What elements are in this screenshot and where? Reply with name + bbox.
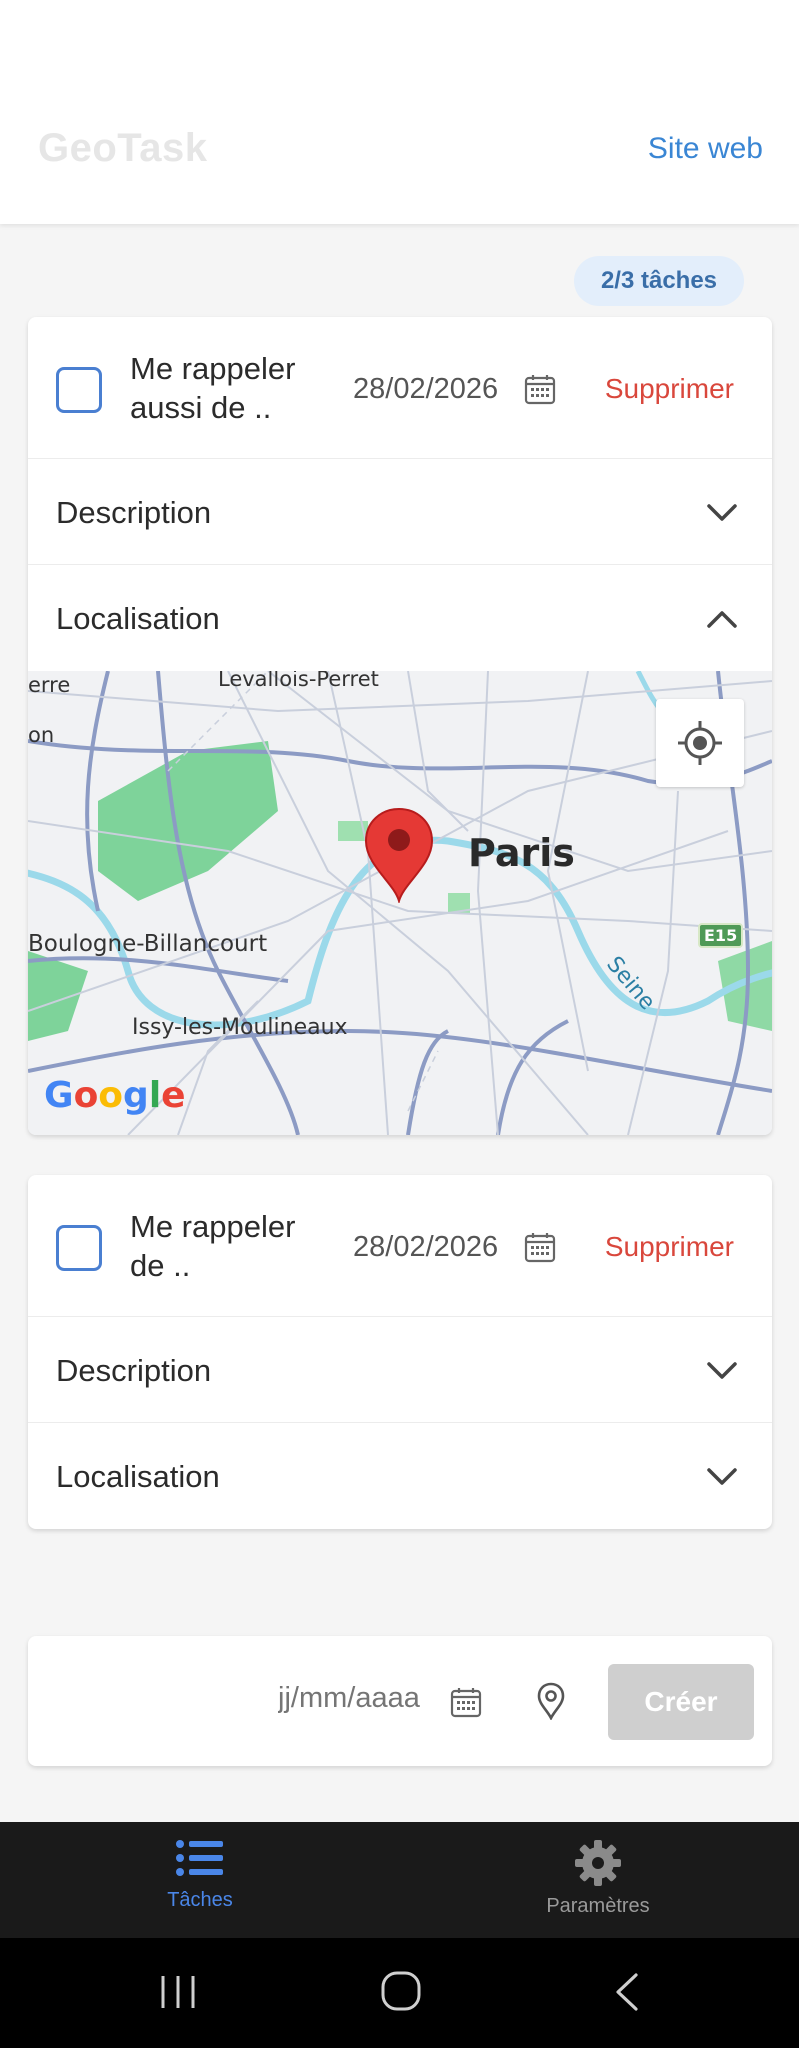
my-location-button[interactable]: [656, 699, 744, 787]
description-section[interactable]: Description: [28, 459, 772, 565]
home-icon[interactable]: [380, 1970, 422, 2012]
task-title: Me rappeler aussi de ..: [130, 351, 296, 425]
description-label: Description: [56, 1353, 212, 1388]
calendar-icon[interactable]: [524, 373, 556, 405]
site-web-link[interactable]: Site web: [648, 132, 763, 166]
task-date[interactable]: 28/02/2026: [353, 1231, 498, 1264]
highway-badge: E15: [698, 923, 744, 948]
delete-task-button[interactable]: Supprimer: [605, 373, 734, 405]
app-title: GeoTask: [38, 126, 208, 170]
calendar-icon[interactable]: [524, 1231, 556, 1263]
location-label: Localisation: [56, 601, 220, 636]
chevron-down-icon: [707, 504, 737, 521]
system-navigation-bar: [0, 1938, 799, 2048]
nav-tab-settings[interactable]: Paramètres: [498, 1838, 698, 1918]
description-section[interactable]: Description: [28, 1317, 772, 1423]
gear-icon: [575, 1840, 621, 1886]
google-logo: Google: [44, 1075, 186, 1116]
calendar-icon[interactable]: [450, 1686, 482, 1718]
map-label: Levallois-Perret: [218, 671, 379, 691]
map-marker-icon[interactable]: [364, 807, 434, 903]
task-card: Me rappeler de .. 28/02/2026 Supprimer D…: [28, 1175, 772, 1529]
list-icon: [176, 1840, 223, 1876]
task-date[interactable]: 28/02/2026: [353, 373, 498, 406]
map-label: on: [28, 723, 55, 747]
app-header: GeoTask Site web: [0, 0, 799, 224]
description-label: Description: [56, 495, 212, 530]
chevron-up-icon: [707, 611, 737, 628]
location-section[interactable]: Localisation: [28, 1423, 772, 1529]
location-section[interactable]: Localisation: [28, 565, 772, 671]
nav-tasks-label: Tâches: [167, 1889, 233, 1911]
chevron-down-icon: [707, 1362, 737, 1379]
task-counter-badge: 2/3 tâches: [574, 256, 744, 306]
task-checkbox[interactable]: [56, 367, 102, 413]
task-card: Me rappeler aussi de .. 28/02/2026 Suppr…: [28, 317, 772, 1135]
back-icon[interactable]: [612, 1972, 642, 2012]
bottom-navigation: Tâches Paramètres: [0, 1822, 799, 1938]
map-label: Boulogne-Billancourt: [28, 931, 268, 957]
chevron-down-icon: [707, 1468, 737, 1485]
crosshair-icon: [678, 721, 722, 765]
map-view[interactable]: Levallois-Perret erre on Paris Boulogne-…: [28, 671, 772, 1135]
location-pin-icon[interactable]: [536, 1682, 566, 1720]
map-label: erre: [28, 673, 71, 697]
nav-settings-label: Paramètres: [546, 1895, 650, 1917]
location-label: Localisation: [56, 1459, 220, 1494]
map-label: Issy-les-Moulineaux: [132, 1015, 348, 1040]
due-date-input[interactable]: [278, 1682, 468, 1715]
new-task-composer: Créer: [28, 1636, 772, 1766]
map-label: Paris: [468, 831, 575, 875]
task-title: Me rappeler de ..: [130, 1209, 296, 1283]
delete-task-button[interactable]: Supprimer: [605, 1231, 734, 1263]
recent-apps-icon[interactable]: [158, 1974, 198, 2010]
task-row: Me rappeler de .. 28/02/2026 Supprimer: [28, 1175, 772, 1317]
task-checkbox[interactable]: [56, 1225, 102, 1271]
task-row: Me rappeler aussi de .. 28/02/2026 Suppr…: [28, 317, 772, 459]
nav-tab-tasks[interactable]: Tâches: [100, 1838, 300, 1912]
create-task-button[interactable]: Créer: [608, 1664, 754, 1740]
